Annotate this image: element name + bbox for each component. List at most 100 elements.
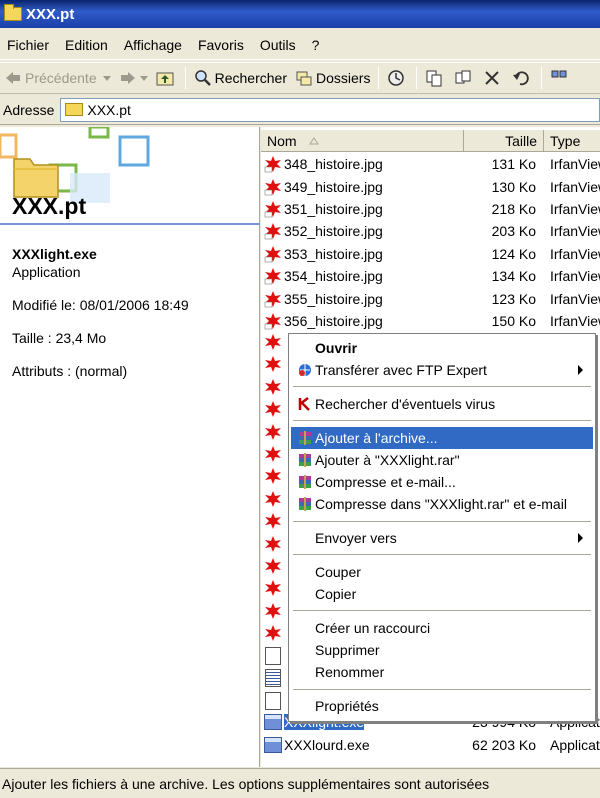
menu-outils[interactable]: Outils	[253, 37, 305, 53]
search-icon	[194, 70, 211, 86]
up-folder-button[interactable]	[152, 64, 181, 92]
history-button[interactable]	[383, 64, 412, 92]
toolbar-separator	[184, 67, 186, 89]
document-icon	[265, 647, 281, 665]
forward-button[interactable]	[115, 64, 152, 92]
column-name-label: Nom	[267, 133, 297, 149]
file-rows: 348_histoire.jpg 131 Ko IrfanView 349_hi…	[261, 153, 600, 332]
history-icon	[388, 70, 405, 86]
search-label: Rechercher	[214, 70, 287, 86]
toolbar-separator	[416, 67, 418, 89]
menu-affichage[interactable]: Affichage	[117, 37, 191, 53]
file-name: 351_histoire.jpg	[284, 200, 383, 217]
file-type: IrfanView	[550, 290, 600, 307]
submenu-arrow-icon	[578, 533, 583, 543]
irfanview-jpg-icon	[265, 356, 281, 372]
file-row[interactable]: 349_histoire.jpg 130 Ko IrfanView	[261, 175, 600, 197]
irfanview-jpg-icon	[264, 223, 281, 240]
menu-separator	[293, 420, 591, 421]
file-row[interactable]: XXXlourd.exe 62 203 Ko Applicat	[261, 734, 600, 756]
menu-help[interactable]: ?	[305, 37, 329, 53]
folder-icon	[4, 4, 22, 21]
menu-separator	[293, 610, 591, 611]
folder-icon	[65, 103, 84, 116]
address-field[interactable]: XXX.pt	[60, 97, 600, 122]
file-size: Taille : 23,4 Mo	[12, 330, 107, 346]
folder-banner: XXX.pt	[0, 127, 260, 225]
column-size-header[interactable]: Taille	[464, 130, 544, 152]
menu-cut[interactable]: Couper	[291, 561, 593, 583]
menu-open[interactable]: Ouvrir	[291, 337, 593, 359]
file-name: 349_histoire.jpg	[284, 178, 383, 195]
delete-button[interactable]	[479, 64, 508, 92]
menu-compress-rar-email[interactable]: Compresse dans "XXXlight.rar" et e-mail	[291, 493, 593, 515]
file-size: 218 Ko	[491, 200, 536, 217]
menu-fichier[interactable]: Fichier	[0, 37, 58, 53]
search-button[interactable]: Rechercher	[190, 64, 291, 92]
file-size: 62 203 Ko	[472, 737, 536, 754]
folders-icon	[296, 71, 312, 86]
menu-open-label: Ouvrir	[315, 340, 358, 356]
menu-add-to-archive[interactable]: Ajouter à l'archive...	[291, 427, 593, 449]
folders-button[interactable]: Dossiers	[291, 64, 374, 92]
menu-add-archive-label: Ajouter à l'archive...	[315, 430, 438, 446]
menu-properties[interactable]: Propriétés	[291, 695, 593, 717]
menu-edition[interactable]: Edition	[58, 37, 117, 53]
delete-icon	[485, 71, 500, 85]
views-button[interactable]	[546, 64, 575, 92]
file-row[interactable]: 348_histoire.jpg 131 Ko IrfanView	[261, 153, 600, 175]
menu-create-shortcut[interactable]: Créer un raccourci	[291, 617, 593, 639]
file-row[interactable]: 356_histoire.jpg 150 Ko IrfanView	[261, 310, 600, 332]
sort-up-icon	[308, 137, 319, 145]
file-type: IrfanView	[550, 178, 600, 195]
irfanview-jpg-icon	[264, 290, 281, 307]
menu-delete-label: Supprimer	[315, 642, 380, 658]
menu-compress-email[interactable]: Compresse et e-mail...	[291, 471, 593, 493]
file-row[interactable]: 352_histoire.jpg 203 Ko IrfanView	[261, 220, 600, 242]
submenu-arrow-icon	[578, 365, 583, 375]
move-to-button[interactable]	[421, 64, 450, 92]
menu-separator	[293, 689, 591, 690]
menu-shortcut-label: Créer un raccourci	[315, 620, 431, 636]
status-text: Ajouter les fichiers à une archive. Les …	[2, 775, 490, 792]
menu-delete[interactable]: Supprimer	[291, 639, 593, 661]
menu-virus-scan[interactable]: Rechercher d'éventuels virus	[291, 393, 593, 415]
menu-send-to[interactable]: Envoyer vers	[291, 527, 593, 549]
file-modified: Modifié le: 08/01/2006 18:49	[12, 297, 189, 313]
back-label: Précédente	[25, 70, 97, 86]
file-type: Applicat	[550, 737, 600, 754]
menu-add-rar-label: Ajouter à "XXXlight.rar"	[315, 452, 460, 468]
file-row[interactable]: 353_histoire.jpg 124 Ko IrfanView	[261, 243, 600, 265]
file-type: Application	[12, 264, 81, 280]
menu-copy[interactable]: Copier	[291, 583, 593, 605]
file-row[interactable]: 355_histoire.jpg 123 Ko IrfanView	[261, 287, 600, 309]
column-name-header[interactable]: Nom	[261, 130, 464, 152]
copy-to-button[interactable]	[450, 64, 479, 92]
winrar-icon	[299, 475, 311, 489]
back-button[interactable]: Précédente	[0, 64, 115, 92]
undo-button[interactable]	[508, 64, 537, 92]
menu-favoris[interactable]: Favoris	[191, 37, 253, 53]
menu-ftp-expert[interactable]: Transférer avec FTP Expert	[291, 359, 593, 381]
antivirus-k-icon	[298, 397, 312, 411]
file-row[interactable]: 354_histoire.jpg 134 Ko IrfanView	[261, 265, 600, 287]
file-row[interactable]: 351_histoire.jpg 218 Ko IrfanView	[261, 198, 600, 220]
irfanview-jpg-icon	[264, 245, 281, 262]
column-header-bar: Nom Taille Type	[261, 130, 600, 152]
file-name: 348_histoire.jpg	[284, 156, 383, 173]
menu-virus-label: Rechercher d'éventuels virus	[315, 396, 496, 412]
winrar-icon	[299, 453, 311, 467]
menu-add-to-rar[interactable]: Ajouter à "XXXlight.rar"	[291, 449, 593, 471]
irfanview-jpg-icon	[265, 379, 281, 395]
menu-separator	[293, 554, 591, 555]
file-type: IrfanView	[550, 200, 600, 217]
undo-icon	[513, 71, 530, 86]
irfanview-jpg-icon	[265, 468, 281, 484]
toolbar-separator	[378, 67, 380, 89]
menu-rename[interactable]: Renommer	[291, 661, 593, 683]
file-type: IrfanView	[550, 245, 600, 262]
back-dropdown-icon	[102, 76, 111, 81]
file-size: 203 Ko	[491, 223, 536, 240]
column-type-header[interactable]: Type	[544, 130, 600, 152]
file-name: XXXlourd.exe	[284, 737, 370, 754]
